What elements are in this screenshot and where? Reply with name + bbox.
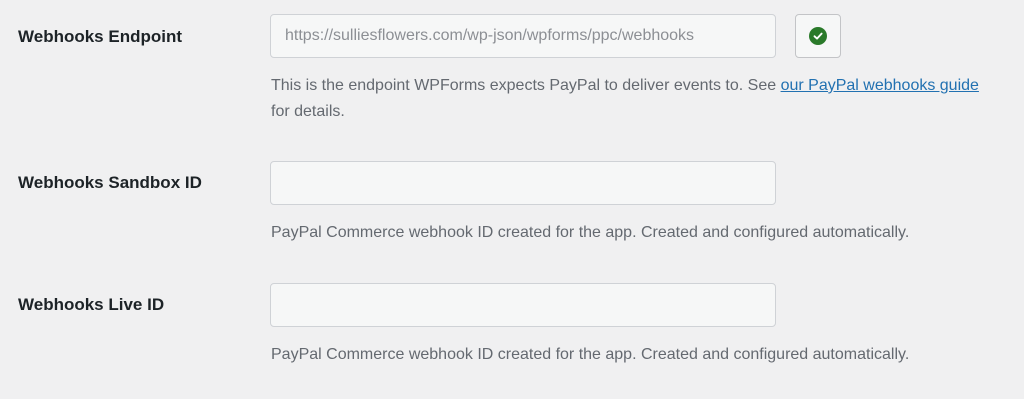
verify-endpoint-button[interactable] [795, 14, 841, 58]
webhooks-endpoint-label: Webhooks Endpoint [18, 27, 183, 46]
webhooks-live-id-field[interactable] [270, 283, 776, 327]
check-circle-icon [809, 27, 827, 45]
endpoint-desc-suffix: for details. [271, 103, 345, 120]
webhooks-endpoint-description: This is the endpoint WPForms expects Pay… [271, 73, 1001, 125]
webhooks-sandbox-id-field[interactable] [270, 161, 776, 205]
endpoint-desc-text: This is the endpoint WPForms expects Pay… [271, 77, 781, 94]
webhooks-endpoint-field[interactable]: https://sulliesflowers.com/wp-json/wpfor… [270, 14, 776, 58]
webhooks-live-id-label: Webhooks Live ID [18, 295, 165, 314]
settings-page: Webhooks Endpoint https://sulliesflowers… [0, 0, 1024, 399]
paypal-webhooks-guide-link[interactable]: our PayPal webhooks guide [781, 77, 979, 94]
webhooks-sandbox-id-label: Webhooks Sandbox ID [18, 173, 202, 192]
webhooks-live-id-description: PayPal Commerce webhook ID created for t… [271, 346, 910, 363]
webhooks-sandbox-id-description: PayPal Commerce webhook ID created for t… [271, 224, 910, 241]
